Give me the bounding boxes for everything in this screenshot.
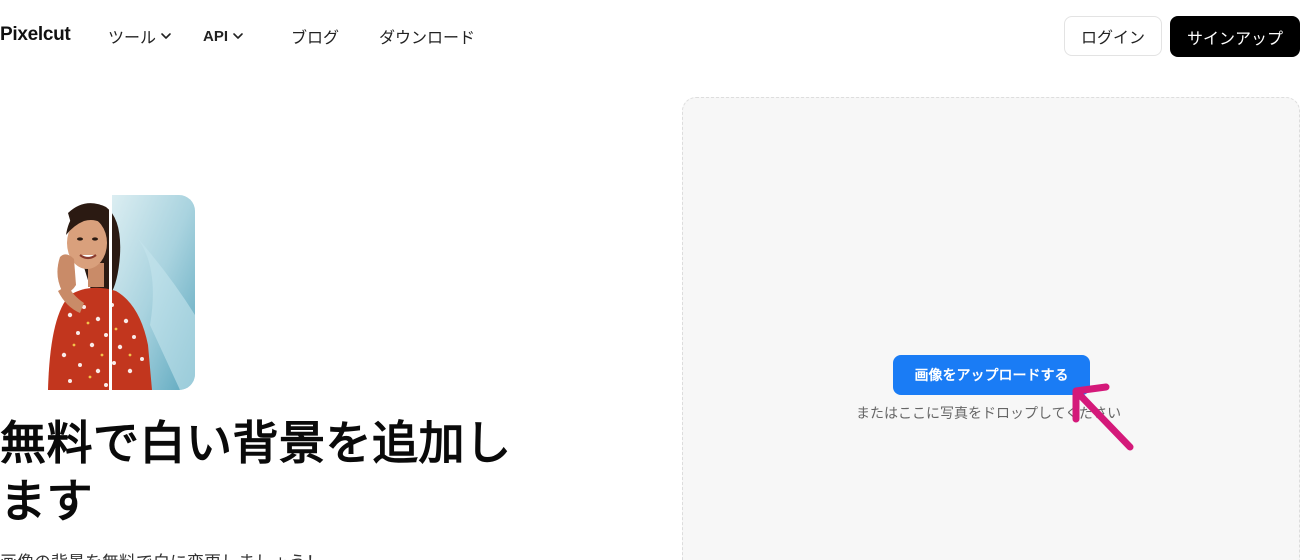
hero-before-after-image	[40, 195, 195, 390]
upload-dropzone[interactable]	[682, 97, 1300, 560]
top-navbar: Pixelcut ツール API ブログ ダウンロード ログイン サインアップ	[0, 0, 1300, 72]
nav-tools-label: ツール	[108, 28, 157, 47]
nav-download-label: ダウンロード	[379, 28, 476, 47]
hero-subtitle: 画像の背景を無料で白に変更しましょう！	[0, 548, 323, 560]
pixelcut-logo[interactable]: Pixelcut	[0, 24, 71, 46]
signup-button[interactable]: サインアップ	[1170, 16, 1300, 57]
nav-download[interactable]: ダウンロード	[379, 24, 475, 48]
nav-blog[interactable]: ブログ	[291, 24, 339, 48]
nav-api-label: API	[203, 27, 229, 45]
hero-title: 無料で白い背景を追加し ます	[0, 414, 600, 530]
nav-api[interactable]: API	[203, 28, 245, 45]
drop-hint-text: またはここに写真をドロップしてください	[856, 406, 1122, 422]
nav-blog-label: ブログ	[291, 28, 340, 47]
chevron-down-icon	[161, 33, 171, 39]
nav-tools[interactable]: ツール	[108, 24, 173, 48]
hero-title-line1: 無料で白い背景を追加し	[0, 416, 512, 470]
main-nav: ツール API ブログ ダウンロード	[108, 24, 475, 48]
chevron-down-icon	[233, 33, 243, 39]
upload-image-button[interactable]: 画像をアップロードする	[893, 355, 1090, 395]
page: Pixelcut ツール API ブログ ダウンロード ログイン サインアップ …	[0, 0, 1300, 560]
hero-title-line2: ます	[0, 474, 93, 528]
login-button[interactable]: ログイン	[1064, 16, 1162, 56]
